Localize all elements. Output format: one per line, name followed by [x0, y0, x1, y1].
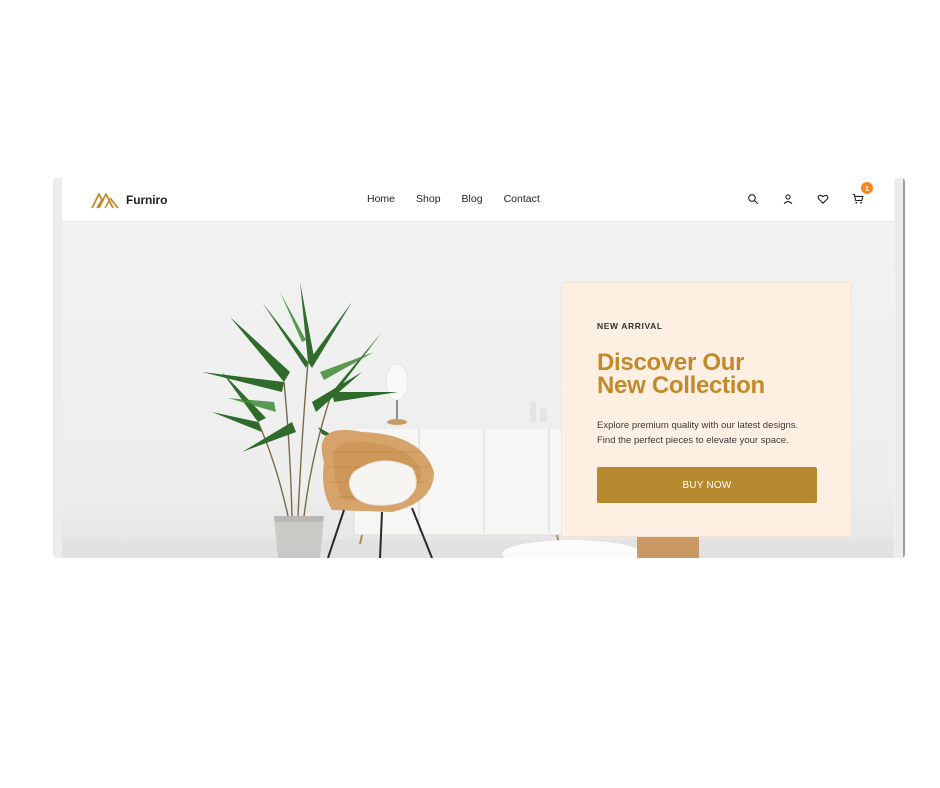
heart-icon: [817, 194, 829, 204]
search-icon: [748, 194, 759, 205]
browser-viewport: Furniro Home Shop Blog Contact 1 NEW ARR…: [53, 178, 905, 558]
main-nav: Home Shop Blog Contact: [367, 193, 540, 205]
logo[interactable]: Furniro: [90, 190, 167, 210]
hero-title: Discover Our New Collection: [597, 349, 765, 399]
cart-icon: [852, 193, 864, 204]
account-button[interactable]: [780, 190, 796, 208]
nav-shop-link[interactable]: Shop: [416, 193, 441, 205]
nav-contact-link[interactable]: Contact: [504, 193, 540, 205]
furniro-logo-mark-icon: [91, 193, 119, 209]
site-header: Furniro Home Shop Blog Contact 1: [62, 178, 894, 222]
hero-description: Explore premium quality with our latest …: [597, 420, 799, 446]
buy-now-button[interactable]: BUY NOW: [597, 467, 817, 503]
header-actions: 1: [745, 182, 873, 208]
hero-banner: NEW ARRIVAL Discover Our New Collection …: [62, 222, 894, 558]
cart-button[interactable]: 1: [850, 182, 873, 208]
viewport-scrollbar[interactable]: [895, 178, 905, 558]
viewport-left-margin: [53, 178, 62, 558]
nav-home-link[interactable]: Home: [367, 193, 395, 205]
cart-count-badge: 1: [861, 182, 873, 194]
hero-eyebrow: NEW ARRIVAL: [597, 321, 663, 331]
hero-promo-card: NEW ARRIVAL Discover Our New Collection …: [561, 282, 852, 537]
wishlist-button[interactable]: [815, 190, 831, 208]
nav-blog-link[interactable]: Blog: [462, 193, 483, 205]
brand-name: Furniro: [126, 193, 168, 207]
search-button[interactable]: [745, 190, 761, 208]
user-icon: [783, 194, 793, 205]
